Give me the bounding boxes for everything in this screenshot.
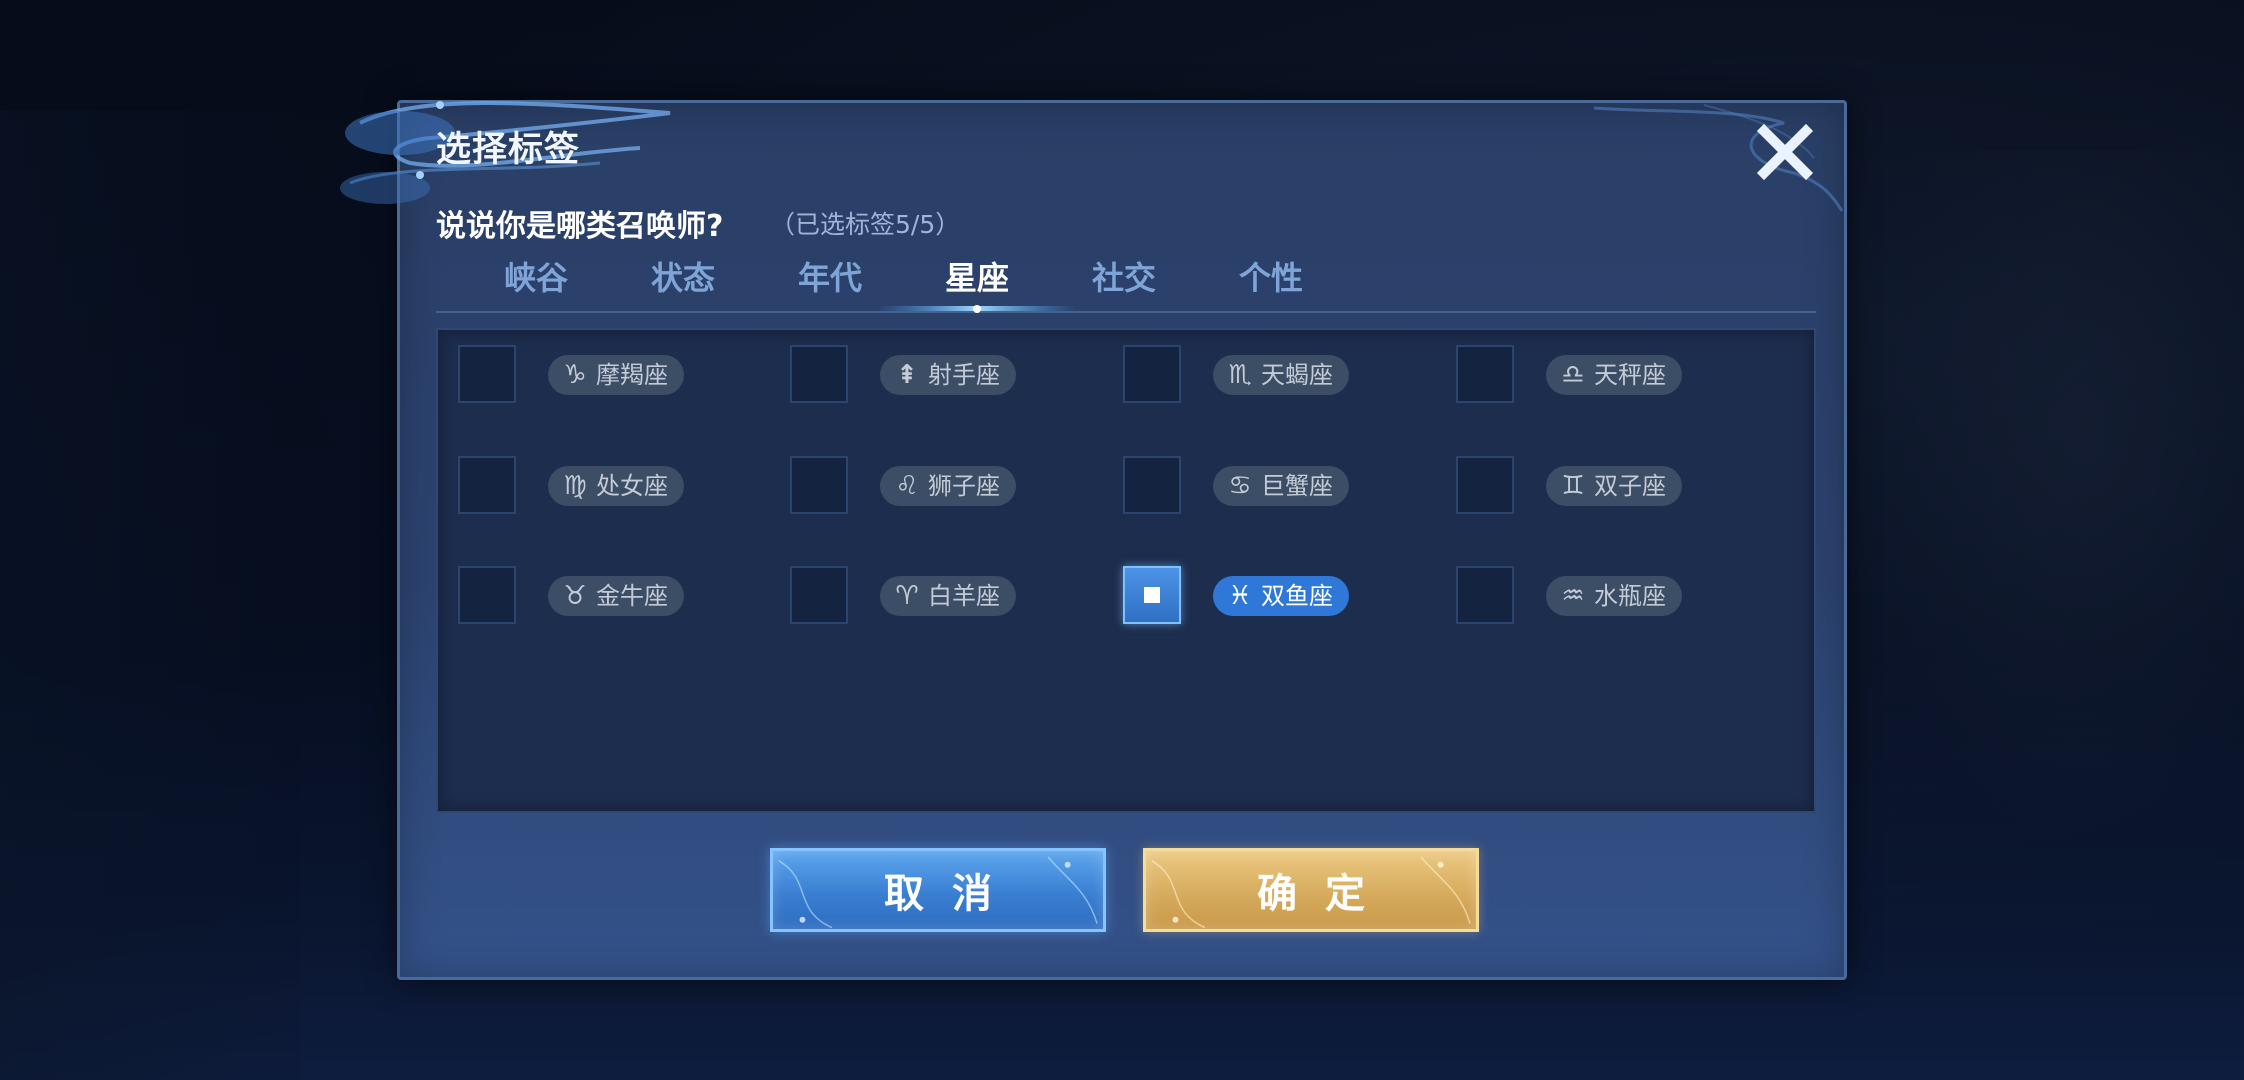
tag-capricorn[interactable]: ♑ 摩羯座 — [548, 355, 684, 395]
taurus-icon: ♉ — [563, 581, 587, 611]
tag-label: 双子座 — [1594, 472, 1666, 500]
tag-label: 巨蟹座 — [1261, 472, 1333, 500]
tag-label: 天蝎座 — [1261, 361, 1333, 389]
tag-cell: ♑ 摩羯座 — [438, 345, 758, 405]
tag-label: 金牛座 — [596, 582, 668, 610]
tag-leo[interactable]: ♌ 狮子座 — [880, 466, 1016, 506]
tag-grid: ♑ 摩羯座 ⇞ 射手座 ♏ 天蝎座 ♎ 天秤座 ♍ 处女座 ♌ 狮子座 ♋ 巨蟹… — [436, 328, 1816, 813]
sagittarius-icon: ⇞ — [896, 360, 918, 390]
tag-label: 摩羯座 — [596, 361, 668, 389]
check-mark-icon — [1144, 587, 1160, 603]
tag-cell: ♍ 处女座 — [438, 456, 758, 516]
tag-label: 白羊座 — [928, 582, 1000, 610]
tag-checkbox[interactable] — [1123, 456, 1181, 514]
tag-label: 处女座 — [596, 472, 668, 500]
virgo-icon: ♍ — [563, 471, 587, 501]
tab-personality[interactable]: 个性 — [1171, 248, 1371, 308]
tag-aries[interactable]: ♈ 白羊座 — [880, 576, 1016, 616]
tag-taurus[interactable]: ♉ 金牛座 — [548, 576, 684, 616]
tag-label: 水瓶座 — [1594, 582, 1666, 610]
tag-checkbox[interactable] — [1456, 345, 1514, 403]
tag-checkbox[interactable] — [458, 345, 516, 403]
tag-cell: ⇞ 射手座 — [770, 345, 1090, 405]
tag-label: 射手座 — [928, 361, 1000, 389]
tag-checkbox[interactable] — [458, 456, 516, 514]
tag-checkbox[interactable] — [458, 566, 516, 624]
cancel-button[interactable]: 取消 — [770, 848, 1106, 932]
select-tag-dialog: 选择标签 说说你是哪类召唤师? （已选标签5/5） 峡谷 状态 年代 星座 社交… — [340, 100, 1847, 980]
tab-bar: 峡谷 状态 年代 星座 社交 个性 — [436, 248, 1816, 313]
close-button[interactable] — [1754, 121, 1816, 183]
tag-scorpio[interactable]: ♏ 天蝎座 — [1213, 355, 1349, 395]
tag-label: 双鱼座 — [1261, 582, 1333, 610]
close-icon — [1756, 123, 1814, 181]
tag-aquarius[interactable]: ♒ 水瓶座 — [1546, 576, 1682, 616]
confirm-button[interactable]: 确定 — [1143, 848, 1479, 932]
pisces-icon: ♓ — [1228, 581, 1252, 611]
tab-zodiac-label: 星座 — [944, 259, 1009, 297]
tag-cell: ♏ 天蝎座 — [1103, 345, 1423, 405]
tag-pisces[interactable]: ♓ 双鱼座 — [1213, 576, 1349, 616]
leo-icon: ♌ — [895, 471, 919, 501]
aquarius-icon: ♒ — [1561, 581, 1585, 611]
scorpio-icon: ♏ — [1228, 360, 1252, 390]
tag-checkbox[interactable] — [1456, 566, 1514, 624]
tag-checkbox[interactable] — [790, 456, 848, 514]
confirm-label: 确定 — [1257, 871, 1393, 917]
tag-cancer[interactable]: ♋ 巨蟹座 — [1213, 466, 1349, 506]
dialog-title: 选择标签 — [436, 130, 581, 170]
tag-label: 狮子座 — [928, 472, 1000, 500]
capricorn-icon: ♑ — [563, 360, 587, 390]
tag-checkbox[interactable] — [790, 345, 848, 403]
tag-cell: ♌ 狮子座 — [770, 456, 1090, 516]
cancel-label: 取消 — [884, 871, 1020, 917]
tag-virgo[interactable]: ♍ 处女座 — [548, 466, 684, 506]
tag-cell: ♎ 天秤座 — [1436, 345, 1756, 405]
dialog-subtitle: 说说你是哪类召唤师? — [436, 209, 724, 244]
tag-checkbox[interactable] — [790, 566, 848, 624]
selected-count: （已选标签5/5） — [770, 210, 961, 239]
tag-cell: ♋ 巨蟹座 — [1103, 456, 1423, 516]
tag-cell: ♒ 水瓶座 — [1436, 566, 1756, 626]
tag-cell: ♈ 白羊座 — [770, 566, 1090, 626]
tag-gemini[interactable]: ♊ 双子座 — [1546, 466, 1682, 506]
tag-cell: ♓ 双鱼座 — [1103, 566, 1423, 626]
aries-icon: ♈ — [895, 581, 919, 611]
cancer-icon: ♋ — [1228, 471, 1252, 501]
tag-cell: ♉ 金牛座 — [438, 566, 758, 626]
tag-cell: ♊ 双子座 — [1436, 456, 1756, 516]
tag-checkbox[interactable] — [1456, 456, 1514, 514]
tag-libra[interactable]: ♎ 天秤座 — [1546, 355, 1682, 395]
tag-checkbox[interactable] — [1123, 345, 1181, 403]
tag-checkbox-checked[interactable] — [1123, 566, 1181, 624]
libra-icon: ♎ — [1561, 360, 1585, 390]
tag-label: 天秤座 — [1594, 361, 1666, 389]
tag-sagittarius[interactable]: ⇞ 射手座 — [880, 355, 1016, 395]
gemini-icon: ♊ — [1561, 471, 1585, 501]
